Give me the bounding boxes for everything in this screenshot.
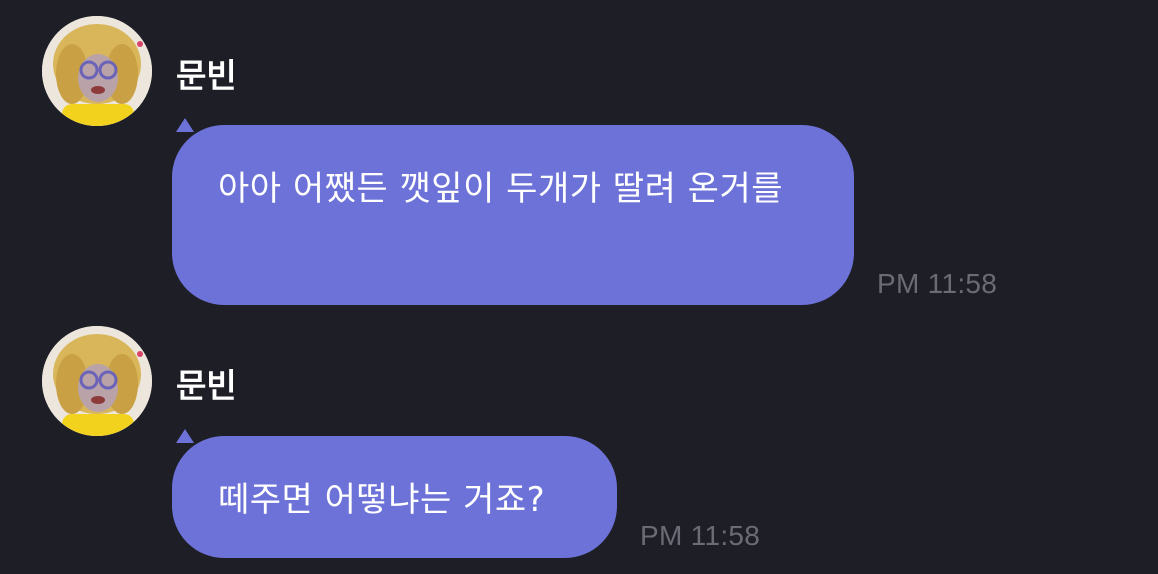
sender-avatar[interactable]	[42, 326, 152, 436]
message-bubble[interactable]: 떼주면 어떻냐는 거죠?	[172, 429, 617, 558]
message-bubble[interactable]: 아아 어쨌든 깻잎이 두개가 딸려 온거를	[172, 118, 854, 305]
message-text: 아아 어쨌든 깻잎이 두개가 딸려 온거를	[218, 169, 784, 209]
sender-name: 문빈	[176, 56, 237, 95]
sender-name: 문빈	[176, 366, 237, 405]
profile-photo-icon	[42, 16, 152, 126]
message-timestamp: PM 11:58	[877, 268, 998, 299]
message-text: 떼주면 어떻냐는 거죠?	[218, 480, 546, 520]
sender-avatar[interactable]	[42, 16, 152, 126]
message-timestamp: PM 11:58	[640, 520, 761, 551]
profile-photo-icon	[42, 326, 152, 436]
bubble-tail	[176, 118, 194, 132]
bubble-tail	[176, 429, 194, 443]
